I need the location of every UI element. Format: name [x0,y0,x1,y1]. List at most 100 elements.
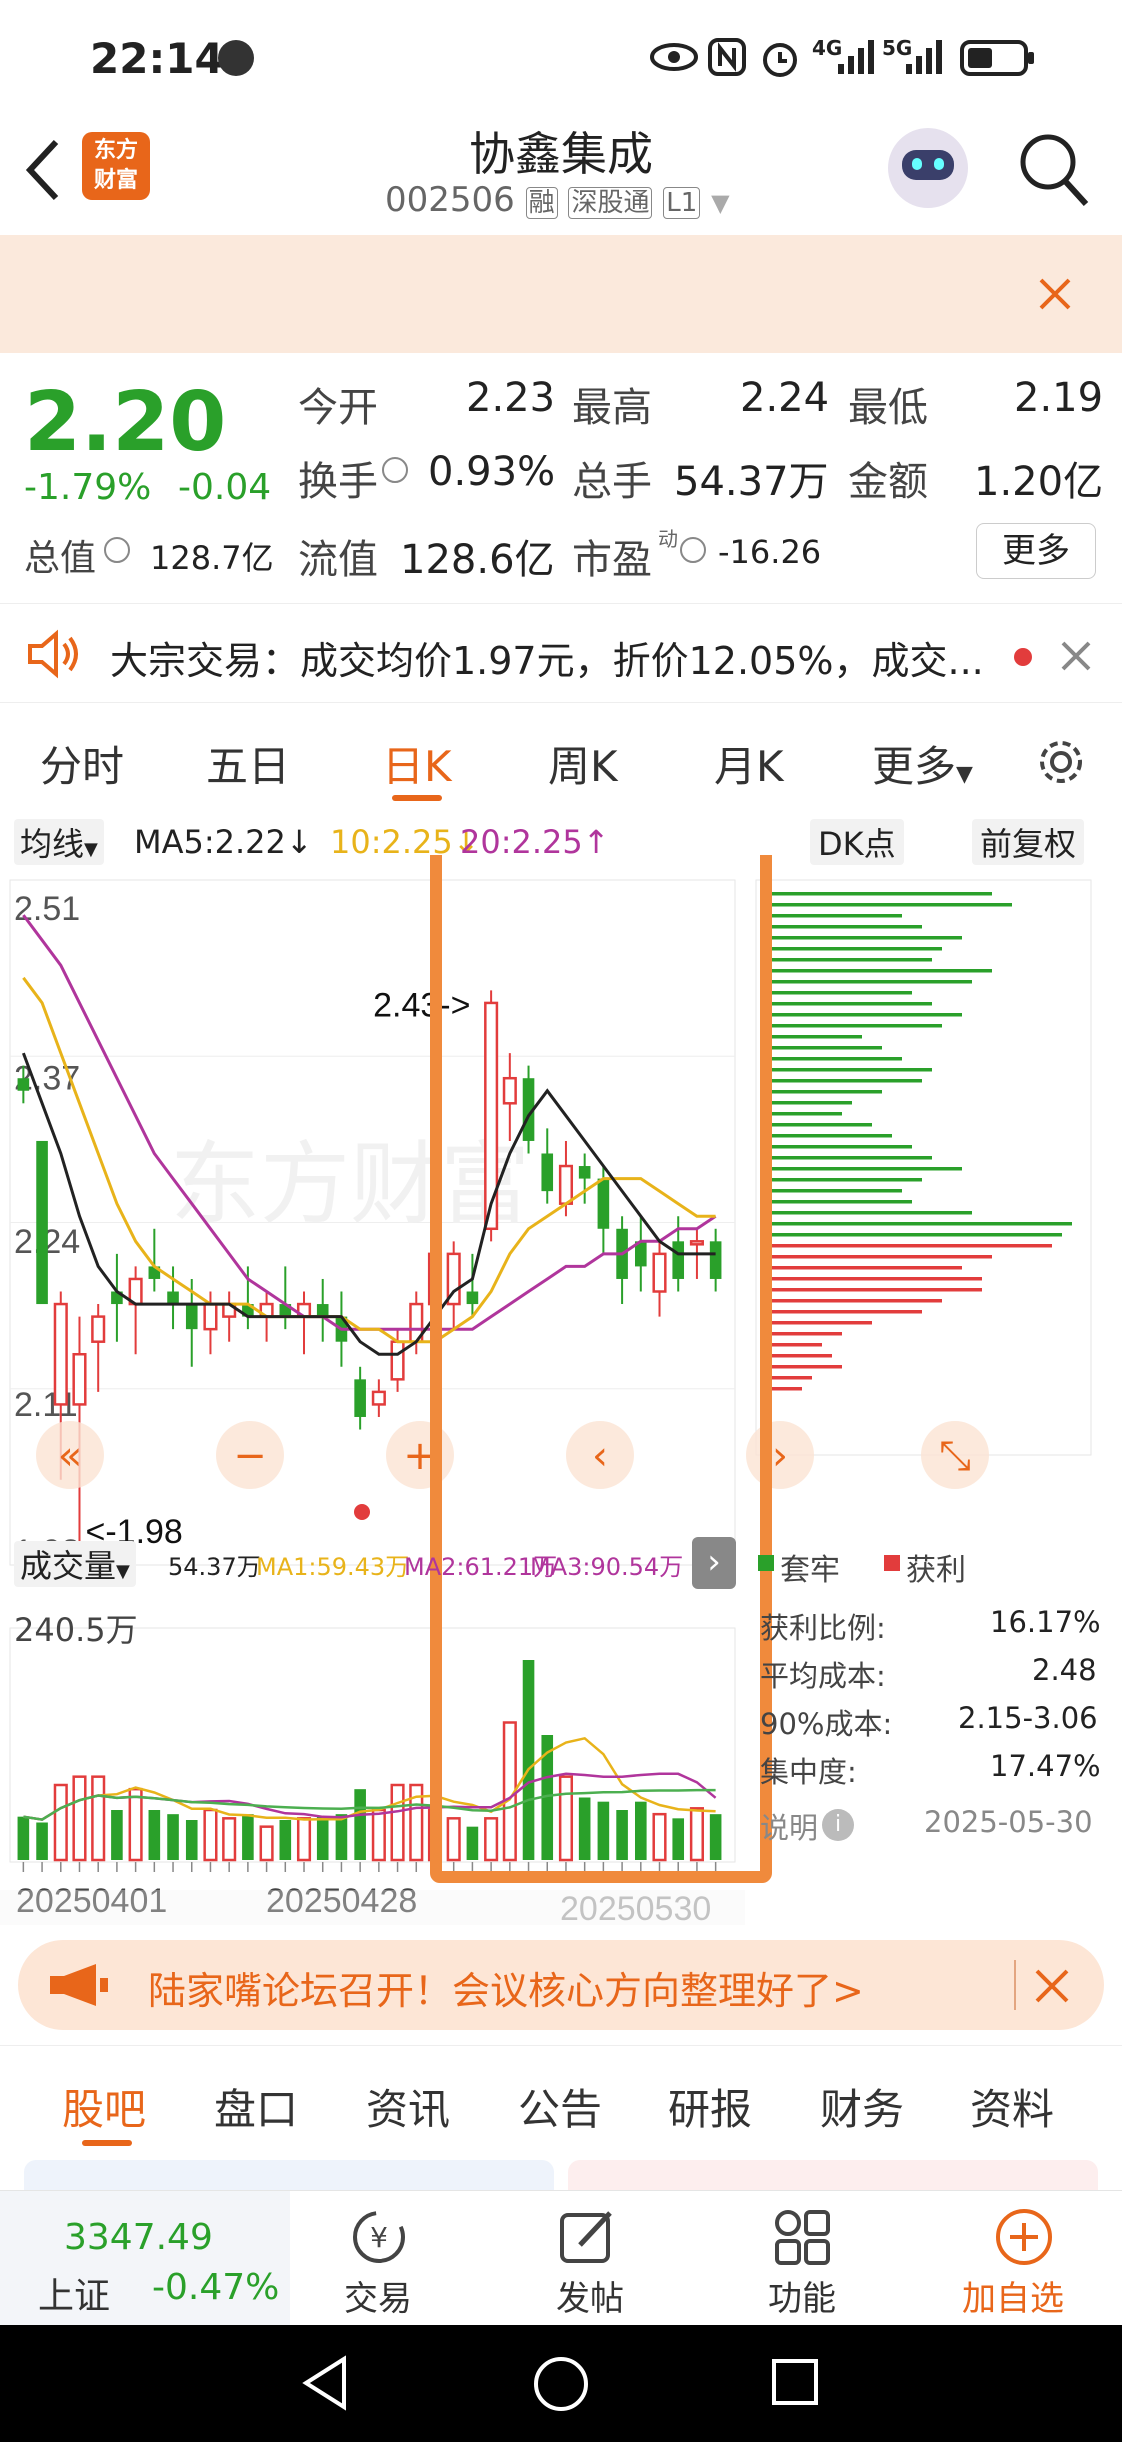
close-icon[interactable] [1034,1968,1070,2004]
volume-bar [672,1818,685,1860]
candle-body [578,1166,591,1179]
profit-ratio-value: 16.17% [990,1605,1101,1639]
watermark: 东方财富 [170,1132,530,1237]
chip-bar-profit [762,1255,992,1259]
add-circle-icon [996,2209,1052,2265]
notice-bar[interactable]: 大宗交易：成交均价1.97元，折价12.05%，成交... [0,603,1122,703]
connect-tag: 深股通 [568,187,653,219]
tab-more-label: 更多 [872,742,957,791]
chip-bar-trapped [762,1178,922,1182]
promo-banner[interactable] [0,235,1122,353]
legend-trapped: 套牢 [780,1553,840,1588]
tab-finance[interactable]: 财务 [820,2076,904,2137]
volume-bar [616,1810,628,1860]
tab-five-day[interactable]: 五日 [206,733,290,794]
high-annotation: 2.43-> [373,986,470,1024]
more-button[interactable]: 更多 [976,523,1096,579]
forum-banner[interactable]: 陆家嘴论坛召开！会议核心方向整理好了> [18,1940,1104,2030]
add-watchlist-button[interactable]: 加自选 [950,2191,1100,2326]
volume-bar [335,1814,348,1860]
nav-home-icon[interactable] [532,2355,590,2413]
tab-more[interactable]: 更多▼ [872,733,973,794]
info-icon[interactable]: i [822,1809,854,1841]
chip-bar-trapped [762,903,1012,907]
tab-daily-k[interactable]: 日K [382,733,452,794]
tab-profile[interactable]: 资料 [970,2076,1054,2137]
nav-back-icon[interactable] [300,2355,350,2411]
tab-news[interactable]: 资讯 [366,2076,450,2137]
open-value: 2.23 [466,375,556,421]
post-button[interactable]: 发帖 [530,2191,650,2326]
amount-value: 1.20亿 [974,459,1104,505]
robot-assistant-icon[interactable] [888,128,968,208]
note-label[interactable]: 说明 [760,1805,818,1847]
volume-bar [128,1787,143,1862]
volume-bar [222,1817,237,1862]
volume-bar [371,1808,386,1862]
low-value: 2.19 [1014,375,1104,421]
chip-bar-trapped [762,958,932,962]
settings-gear-icon[interactable] [1034,735,1088,789]
candle-body [72,1352,87,1406]
tab-monthly-k[interactable]: 月K [714,733,784,794]
chip-bar-trapped [762,1035,862,1039]
candle-body [167,1291,179,1305]
chip-bar-trapped [762,1057,902,1061]
info-icon[interactable] [382,457,408,483]
cost90-label: 90%成本: [760,1707,893,1741]
tab-guba[interactable]: 股吧 [62,2076,146,2137]
amount-label: 金额 [848,459,928,505]
margin-tag: 融 [525,187,558,219]
close-icon[interactable] [1060,640,1092,672]
volume-value: 54.37万 [674,459,829,505]
chip-bar-profit [762,1244,1052,1248]
chip-bar-profit [762,1277,982,1281]
volume-bar [72,1775,87,1862]
open-label: 今开 [298,385,378,431]
concentration-label: 集中度: [760,1755,857,1789]
tab-intraday[interactable]: 分时 [40,733,124,794]
volume-select-label: 成交量 [20,1547,117,1585]
candle-body [597,1178,610,1229]
avg-cost-label: 平均成本: [760,1659,886,1693]
candle-body [36,1140,48,1305]
info-icon[interactable] [104,537,130,563]
svg-text:¥: ¥ [370,2221,388,2254]
volume-bar [91,1775,106,1862]
volume-select[interactable]: 成交量▼ [14,1541,136,1587]
index-ticker[interactable]: 3347.49 上证 -0.47% [0,2191,290,2326]
volume-bar [111,1810,123,1860]
add-watchlist-label: 加自选 [962,2279,1064,2319]
stock-code-row[interactable]: 002506 融 深股通 L1 ▼ [385,180,730,220]
legend-trapped-swatch [758,1555,774,1571]
tab-announcements[interactable]: 公告 [518,2076,602,2137]
pe-label: 市盈 [572,537,652,583]
scroll-left-fast-icon-glyph: « [58,1433,82,1479]
function-button[interactable]: 功能 [742,2191,862,2326]
volume-ma3: MA3:90.54万 [530,1553,684,1581]
chip-bar-trapped [762,1101,852,1105]
tab-pankou[interactable]: 盘口 [214,2076,298,2137]
function-label: 功能 [768,2279,836,2319]
dropdown-caret-icon: ▼ [116,1561,130,1582]
expand-panel-button[interactable]: › [692,1537,736,1589]
chip-bar-trapped [762,969,992,973]
avg-cost-value: 2.48 [1032,1653,1097,1687]
candle-body [203,1302,218,1331]
change-percent: -1.79% [24,467,152,508]
trade-button[interactable]: ¥ 交易 [320,2191,440,2326]
chip-bar-trapped [762,892,992,896]
tab-research[interactable]: 研报 [668,2076,752,2137]
volume-bar [390,1783,405,1862]
close-icon[interactable] [1038,277,1072,311]
high-label: 最高 [572,385,652,431]
chip-bar-profit [762,1310,922,1314]
chip-bar-profit [762,1288,982,1292]
kline-svg[interactable]: 2.512.372.242.111.98东方财富2.43-><-1.98«−+‹… [0,855,1122,1925]
nav-recents-icon[interactable] [770,2357,820,2407]
speaker-icon [28,629,78,679]
search-icon[interactable] [1018,132,1090,208]
tab-weekly-k[interactable]: 周K [548,733,618,794]
chip-bar-trapped [762,991,912,995]
info-icon[interactable] [680,537,706,563]
